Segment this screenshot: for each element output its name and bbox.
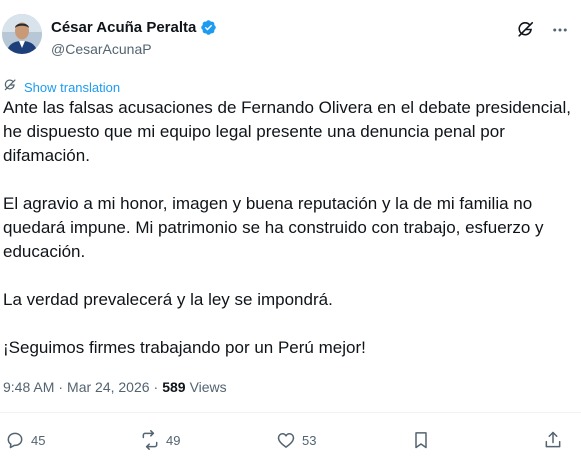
avatar-image xyxy=(2,14,42,54)
author-handle[interactable]: @CesarAcunaP xyxy=(51,41,152,57)
tweet-paragraph: Ante las falsas acusaciones de Fernando … xyxy=(3,98,571,165)
translate-icon xyxy=(3,78,17,97)
grok-icon[interactable] xyxy=(516,20,535,39)
reply-icon xyxy=(5,430,25,450)
top-actions xyxy=(516,20,569,39)
show-translation-link[interactable]: Show translation xyxy=(24,80,120,95)
like-count: 53 xyxy=(302,432,317,448)
heart-icon xyxy=(276,430,296,450)
tweet-paragraph: El agravio a mi honor, imagen y buena re… xyxy=(3,194,544,261)
bookmark-icon xyxy=(411,430,431,450)
views-count: 589 xyxy=(162,379,186,395)
divider xyxy=(0,412,581,413)
tweet-paragraph: La verdad prevalecerá y la ley se impond… xyxy=(3,290,333,309)
tweet-meta: 9:48 AM · Mar 24, 2026 · 589 Views xyxy=(3,379,227,395)
tweet: César Acuña Peralta @CesarAcunaP Show tr… xyxy=(0,0,581,465)
share-button[interactable] xyxy=(543,430,563,450)
tweet-text: Ante las falsas acusaciones de Fernando … xyxy=(3,96,573,384)
author-name-row: César Acuña Peralta xyxy=(51,19,217,36)
like-button[interactable]: 53 xyxy=(276,430,316,450)
views-label: Views xyxy=(189,379,227,395)
verified-badge-icon xyxy=(200,19,217,36)
post-date[interactable]: Mar 24, 2026 xyxy=(67,379,150,395)
reply-count: 45 xyxy=(31,432,46,448)
action-bar: 45 49 53 xyxy=(0,425,581,455)
bookmark-button[interactable] xyxy=(411,430,431,450)
meta-separator: · xyxy=(58,379,64,395)
repost-button[interactable]: 49 xyxy=(140,430,180,450)
post-time[interactable]: 9:48 AM xyxy=(3,379,54,395)
tweet-paragraph: ¡Seguimos firmes trabajando por un Perú … xyxy=(3,338,366,357)
translate-row: Show translation xyxy=(3,78,120,97)
avatar[interactable] xyxy=(2,14,42,54)
repost-count: 49 xyxy=(166,432,181,448)
share-icon xyxy=(543,430,563,450)
author-display-name[interactable]: César Acuña Peralta xyxy=(51,19,196,36)
meta-separator: · xyxy=(153,379,159,395)
more-icon[interactable] xyxy=(551,21,569,39)
repost-icon xyxy=(140,430,160,450)
reply-button[interactable]: 45 xyxy=(5,430,45,450)
